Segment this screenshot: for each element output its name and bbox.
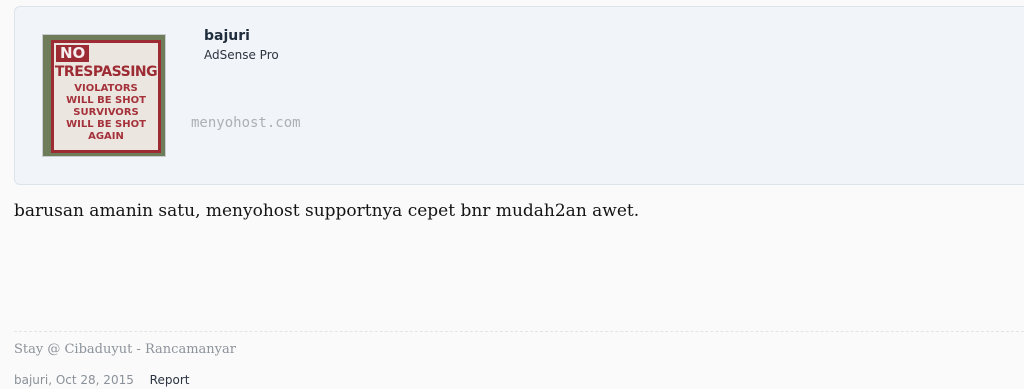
sign-no-text: NO (56, 45, 90, 62)
sign-line-violators: VIOLATORS (74, 83, 138, 94)
post-message: barusan amanin satu, menyohost supportny… (14, 201, 640, 221)
sign-line-again: AGAIN (88, 131, 124, 142)
post-date-link[interactable]: Oct 28, 2015 (56, 373, 134, 387)
watermark-text: menyohost.com (191, 115, 301, 131)
meta-separator: , (48, 373, 53, 387)
avatar-sign-image: NO TRESPASSING VIOLATORS WILL BE SHOT SU… (51, 40, 161, 153)
user-signature: Stay @ Cibaduyut - Rancamanyar (14, 342, 236, 357)
sign-trespassing-text: TRESPASSING (54, 64, 158, 80)
signature-divider (14, 331, 1024, 332)
user-title: AdSense Pro (204, 48, 279, 62)
sign-line-survivors: SURVIVORS (73, 107, 139, 118)
report-link[interactable]: Report (150, 373, 190, 387)
post-author-link[interactable]: bajuri (14, 373, 48, 387)
sign-line-shot-again: WILL BE SHOT (66, 119, 146, 130)
username-link[interactable]: bajuri (204, 28, 250, 44)
sign-line-shot: WILL BE SHOT (66, 95, 146, 106)
post-meta: bajuri, Oct 28, 2015 Report (14, 373, 189, 387)
avatar[interactable]: NO TRESPASSING VIOLATORS WILL BE SHOT SU… (42, 34, 166, 157)
